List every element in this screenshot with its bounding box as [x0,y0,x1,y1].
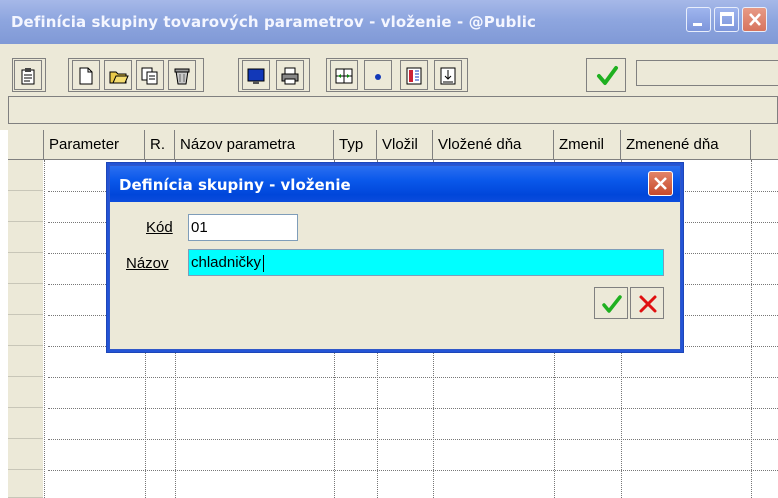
column-header-inserted-by[interactable]: Vložil [377,130,433,160]
checkmark-icon [602,295,622,313]
toolbar-group-2 [68,58,204,92]
title-bar[interactable]: Definícia skupiny tovarových parametrov … [0,0,778,44]
clipboard-button[interactable] [14,60,42,90]
row-header[interactable] [8,377,43,408]
dialog-cancel-button[interactable] [630,287,664,319]
insert-dialog: Definícia skupiny - vloženie Kód 01 Názo… [109,165,681,350]
new-button[interactable] [72,60,100,90]
column-header-type[interactable]: Typ [334,130,377,160]
column-header-name[interactable]: Názov parametra [175,130,334,160]
toolbar-status-field [636,60,778,86]
window-title: Definícia skupiny tovarových parametrov … [11,13,536,31]
name-label-text: Názov [126,255,169,272]
main-window: Definícia skupiny tovarových parametrov … [0,0,778,498]
new-document-icon [79,67,93,85]
toolbar-group-1 [12,58,46,92]
column-header-changed-by[interactable]: Zmenil [554,130,621,160]
grid-corner [8,130,44,160]
name-input[interactable]: chladničky [188,249,664,276]
dialog-title-bar[interactable]: Definícia skupiny - vloženie [110,166,680,202]
row-header[interactable] [8,439,43,470]
row-header[interactable] [8,191,43,222]
delete-icon [174,68,190,85]
grid-line [751,160,752,498]
monitor-icon [247,68,265,84]
dialog-title: Definícia skupiny - vloženie [119,176,351,194]
row-header[interactable] [8,253,43,284]
fit-columns-icon [335,68,353,84]
row-header[interactable] [8,315,43,346]
import-icon [440,67,456,85]
toolbar-group-4 [326,58,468,92]
name-label: Názov [126,255,169,272]
grid-line [48,439,778,440]
column-header-filler [751,130,778,160]
close-icon [654,177,667,190]
monitor-button[interactable] [242,60,270,90]
close-button[interactable] [742,7,767,32]
column-header-inserted-on[interactable]: Vložené dňa [433,130,554,160]
toolbar [8,46,778,94]
row-header[interactable] [8,160,43,191]
close-icon [749,13,761,26]
grid-line [48,377,778,378]
import-button[interactable] [434,60,462,90]
layout-icon [406,67,422,85]
code-label-text: Kód [146,219,173,236]
maximize-icon [720,12,734,26]
dialog-ok-button[interactable] [594,287,628,319]
grid-line [48,408,778,409]
dot-button[interactable] [364,60,392,90]
print-icon [281,67,299,85]
grid-line [48,470,778,471]
dot-icon [375,74,381,80]
copy-icon [141,67,158,85]
delete-button[interactable] [168,60,196,90]
column-header-r[interactable]: R. [145,130,175,160]
fit-columns-button[interactable] [330,60,358,90]
maximize-button[interactable] [714,7,739,32]
checkmark-icon [597,66,618,85]
toolbar-group-3 [238,58,310,92]
minimize-icon [693,23,702,26]
row-header[interactable] [8,470,43,498]
open-button[interactable] [104,60,132,90]
row-header[interactable] [8,346,43,377]
toolbar-confirm-button[interactable] [586,58,626,92]
layout-button[interactable] [400,60,428,90]
name-input-value: chladničky [191,254,262,271]
code-input[interactable]: 01 [188,214,298,241]
print-button[interactable] [276,60,304,90]
clipboard-icon [21,68,35,85]
row-header[interactable] [8,284,43,315]
row-header[interactable] [8,222,43,253]
text-caret [263,254,265,272]
column-header-parameter[interactable]: Parameter [44,130,145,160]
grid-line [44,160,45,498]
cross-icon [639,295,657,313]
info-bar [8,96,778,124]
copy-button[interactable] [136,60,164,90]
minimize-button[interactable] [686,7,711,32]
code-label: Kód [146,219,173,236]
column-header-changed-on[interactable]: Zmenené dňa [621,130,751,160]
open-folder-icon [109,71,129,84]
row-header[interactable] [8,408,43,439]
dialog-close-button[interactable] [648,171,673,196]
